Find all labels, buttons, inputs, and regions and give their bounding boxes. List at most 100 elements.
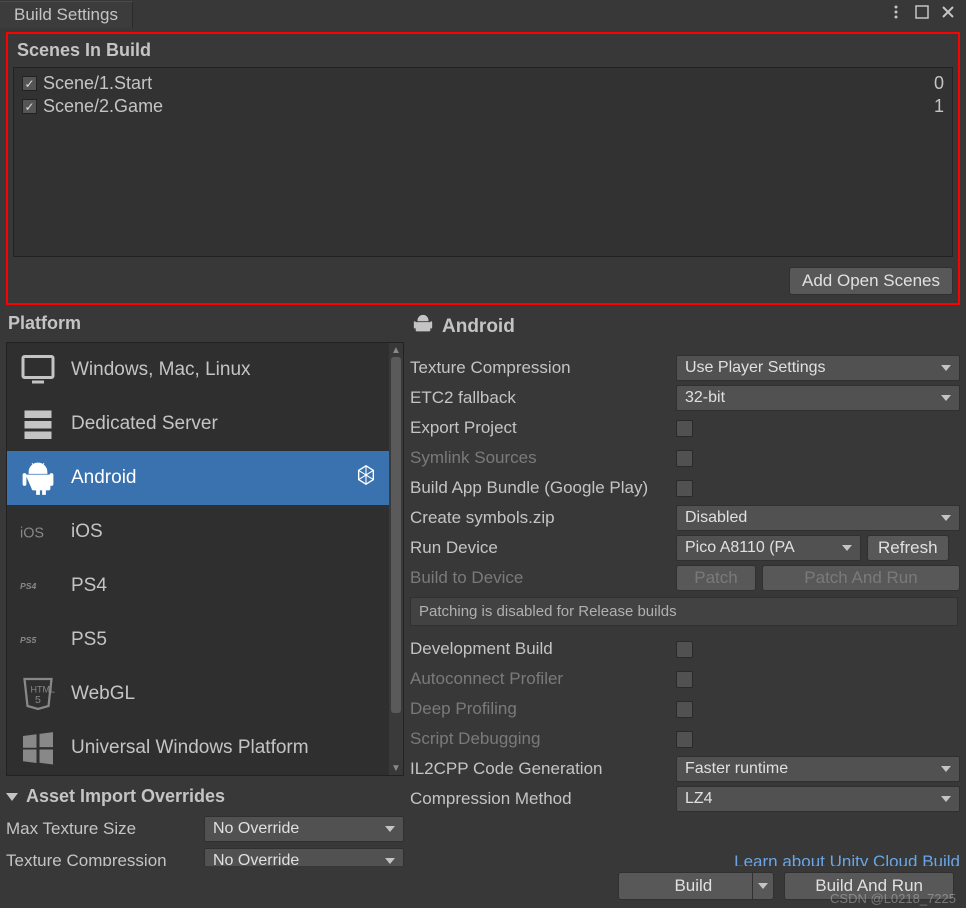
texture-compression-override-dropdown[interactable]: No Override xyxy=(204,848,404,866)
script-debugging-checkbox xyxy=(676,731,693,748)
svg-text:PS4: PS4 xyxy=(20,581,37,591)
patch-and-run-button: Patch And Run xyxy=(762,565,960,591)
chevron-down-icon xyxy=(941,395,951,401)
symlink-sources-label: Symlink Sources xyxy=(410,448,676,468)
build-settings-window: Build Settings Scenes In Build ✓ Scene/1… xyxy=(0,0,966,908)
dropdown-value: Use Player Settings xyxy=(685,359,826,377)
run-device-dropdown[interactable]: Pico A8110 (PA xyxy=(676,535,861,561)
platform-item-ios[interactable]: iOS iOS xyxy=(7,505,389,559)
ps5-icon: PS5 xyxy=(19,621,57,659)
platform-label: iOS xyxy=(71,521,377,543)
max-texture-size-label: Max Texture Size xyxy=(6,819,204,839)
platform-settings-title: Android xyxy=(442,316,515,338)
max-texture-size-dropdown[interactable]: No Override xyxy=(204,816,404,842)
scene-checkbox[interactable]: ✓ xyxy=(22,76,37,91)
autoconnect-profiler-label: Autoconnect Profiler xyxy=(410,669,676,689)
footer-buttons: Build Build And Run xyxy=(0,866,966,908)
scene-checkbox[interactable]: ✓ xyxy=(22,99,37,114)
monitor-icon xyxy=(19,351,57,389)
texture-compression-dropdown[interactable]: Use Player Settings xyxy=(676,355,960,381)
platform-item-webgl[interactable]: HTML5 WebGL xyxy=(7,667,389,721)
app-bundle-checkbox[interactable] xyxy=(676,480,693,497)
deep-profiling-label: Deep Profiling xyxy=(410,699,676,719)
scene-row[interactable]: ✓ Scene/2.Game 1 xyxy=(22,95,944,118)
platform-settings-header: Android xyxy=(410,311,960,353)
build-button[interactable]: Build xyxy=(618,872,752,900)
titlebar: Build Settings xyxy=(0,0,966,28)
patch-info-box: Patching is disabled for Release builds xyxy=(410,597,958,626)
scenes-list[interactable]: ✓ Scene/1.Start 0 ✓ Scene/2.Game 1 xyxy=(13,67,953,257)
chevron-down-icon xyxy=(941,515,951,521)
scene-row[interactable]: ✓ Scene/1.Start 0 xyxy=(22,72,944,95)
scene-index: 1 xyxy=(934,96,944,117)
il2cpp-dropdown[interactable]: Faster runtime xyxy=(676,756,960,782)
maximize-icon[interactable] xyxy=(914,4,930,25)
cloud-build-link[interactable]: Learn about Unity Cloud Build xyxy=(734,852,960,866)
compression-method-label: Compression Method xyxy=(410,789,676,809)
texture-compression-label: Texture Compression xyxy=(410,358,676,378)
platform-label: PS5 xyxy=(71,629,377,651)
android-icon xyxy=(412,313,434,341)
build-dropdown[interactable] xyxy=(752,872,774,900)
dropdown-value: LZ4 xyxy=(685,790,713,808)
asset-overrides-header[interactable]: Asset Import Overrides xyxy=(6,786,404,813)
platform-list: Windows, Mac, Linux Dedicated Server And… xyxy=(6,342,404,776)
scrollbar-thumb[interactable] xyxy=(391,357,401,713)
symlink-sources-checkbox xyxy=(676,450,693,467)
texture-compression-label: Texture Compression xyxy=(6,851,204,866)
platform-item-ps4[interactable]: PS4 PS4 xyxy=(7,559,389,613)
svg-text:PS5: PS5 xyxy=(20,635,37,645)
chevron-down-icon xyxy=(385,826,395,832)
il2cpp-label: IL2CPP Code Generation xyxy=(410,759,676,779)
scenes-in-build-header: Scenes In Build xyxy=(13,39,953,67)
kebab-menu-icon[interactable] xyxy=(888,4,904,25)
app-bundle-label: Build App Bundle (Google Play) xyxy=(410,478,676,498)
windows-icon xyxy=(19,729,57,767)
scrollbar-up-icon[interactable]: ▲ xyxy=(389,343,403,357)
platform-item-dedicated[interactable]: Dedicated Server xyxy=(7,397,389,451)
etc2-fallback-dropdown[interactable]: 32-bit xyxy=(676,385,960,411)
watermark: CSDN @L0218_7225 xyxy=(830,891,956,906)
etc2-fallback-label: ETC2 fallback xyxy=(410,388,676,408)
export-project-checkbox[interactable] xyxy=(676,420,693,437)
dropdown-value: No Override xyxy=(213,820,299,838)
scene-name: Scene/2.Game xyxy=(43,96,928,117)
chevron-down-icon xyxy=(941,365,951,371)
scenes-in-build-section: Scenes In Build ✓ Scene/1.Start 0 ✓ Scen… xyxy=(6,32,960,305)
create-symbols-dropdown[interactable]: Disabled xyxy=(676,505,960,531)
autoconnect-profiler-checkbox xyxy=(676,671,693,688)
chevron-down-icon xyxy=(941,766,951,772)
scene-index: 0 xyxy=(934,73,944,94)
chevron-down-icon xyxy=(941,796,951,802)
dropdown-value: Faster runtime xyxy=(685,760,788,778)
ps4-icon: PS4 xyxy=(19,567,57,605)
dropdown-value: No Override xyxy=(213,852,299,866)
development-build-checkbox[interactable] xyxy=(676,641,693,658)
platform-label: Dedicated Server xyxy=(71,413,377,435)
platform-item-uwp[interactable]: Universal Windows Platform xyxy=(7,721,389,775)
development-build-label: Development Build xyxy=(410,639,676,659)
server-icon xyxy=(19,405,57,443)
compression-method-dropdown[interactable]: LZ4 xyxy=(676,786,960,812)
build-to-device-label: Build to Device xyxy=(410,568,676,588)
svg-text:iOS: iOS xyxy=(20,525,44,541)
platform-item-android[interactable]: Android xyxy=(7,451,389,505)
svg-text:HTML: HTML xyxy=(31,685,56,695)
platform-scrollbar[interactable]: ▲ ▼ xyxy=(389,343,403,775)
platform-item-ps5[interactable]: PS5 PS5 xyxy=(7,613,389,667)
add-open-scenes-button[interactable]: Add Open Scenes xyxy=(789,267,953,295)
dropdown-value: Pico A8110 (PA xyxy=(685,539,795,557)
patch-button: Patch xyxy=(676,565,756,591)
refresh-button[interactable]: Refresh xyxy=(867,535,949,561)
platform-label: Universal Windows Platform xyxy=(71,737,377,759)
platform-item-standalone[interactable]: Windows, Mac, Linux xyxy=(7,343,389,397)
unity-badge-icon xyxy=(355,464,377,492)
platform-header: Platform xyxy=(6,311,404,342)
close-icon[interactable] xyxy=(940,4,956,25)
scrollbar-down-icon[interactable]: ▼ xyxy=(389,761,403,775)
scene-name: Scene/1.Start xyxy=(43,73,928,94)
window-title[interactable]: Build Settings xyxy=(0,1,133,28)
android-icon xyxy=(19,459,57,497)
asset-overrides-section: Asset Import Overrides Max Texture Size … xyxy=(6,776,404,866)
create-symbols-label: Create symbols.zip xyxy=(410,508,676,528)
